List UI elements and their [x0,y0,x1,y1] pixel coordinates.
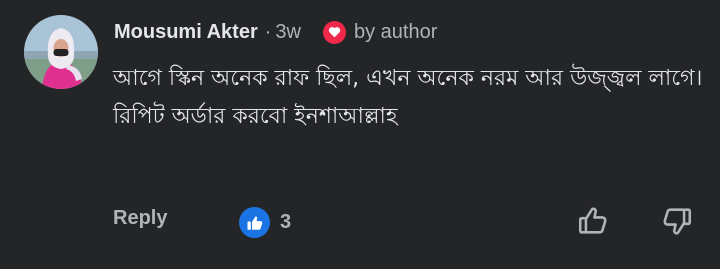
like-icon [239,207,270,238]
comment-text: আগে স্কিন অনেক রাফ ছিল, এখন অনেক নরম আর … [113,66,703,129]
comment-time[interactable]: 3w [275,21,301,44]
reply-button[interactable]: Reply [113,207,167,230]
author-name[interactable]: Mousumi Akter [114,21,258,44]
separator-dot: · [264,20,272,43]
thumbs-up-outline-icon[interactable] [576,204,610,238]
comment-header: Mousumi Akter · 3w by author [114,14,437,50]
author-badge: by author [322,20,438,44]
thumbs-down-outline-icon[interactable] [660,204,694,238]
author-badge-label: by author [353,20,438,43]
avatar[interactable] [24,15,98,89]
heart-icon [322,20,346,44]
reaction-count: 3 [280,211,292,233]
reaction-summary[interactable]: 3 [239,207,291,238]
